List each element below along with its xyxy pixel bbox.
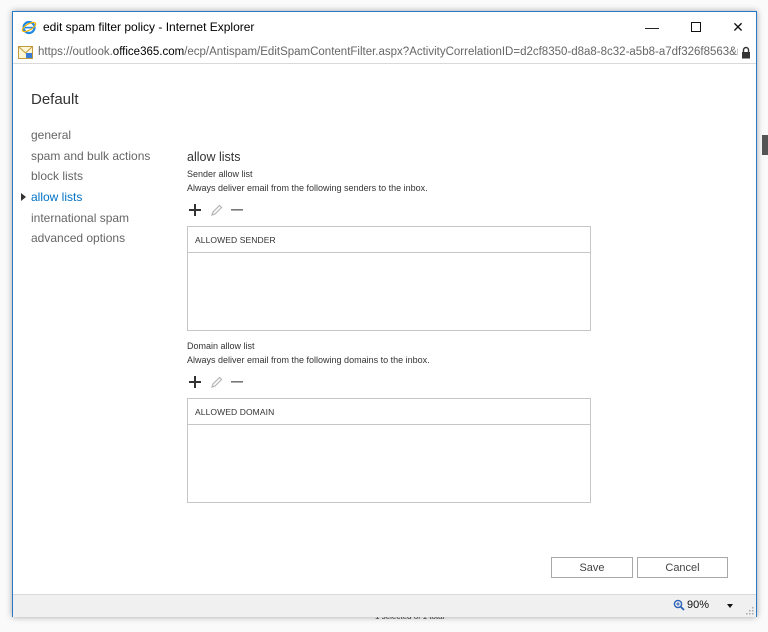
column-header-allowed-sender[interactable]: ALLOWED SENDER	[188, 227, 590, 253]
url-host: office365.com	[112, 46, 185, 58]
zoom-control[interactable]: 90%	[673, 599, 709, 611]
nav-item-advanced-options[interactable]: advanced options	[31, 231, 150, 252]
page-title: Default	[31, 91, 79, 108]
resize-grip-icon[interactable]	[746, 607, 754, 615]
popup-window: edit spam filter policy - Internet Explo…	[12, 11, 757, 617]
minus-icon	[231, 381, 243, 383]
lock-icon[interactable]	[741, 46, 751, 59]
section-title: allow lists	[187, 150, 241, 164]
pencil-icon	[210, 204, 222, 216]
domain-list-title: Domain allow list	[187, 341, 255, 351]
remove-sender-button[interactable]	[229, 202, 245, 218]
nav-item-spam-and-bulk-actions[interactable]: spam and bulk actions	[31, 149, 150, 170]
nav-item-block-lists[interactable]: block lists	[31, 169, 150, 190]
sender-list-title: Sender allow list	[187, 169, 253, 179]
plus-icon	[189, 204, 201, 216]
minus-icon	[231, 209, 243, 211]
selected-arrow-icon	[21, 193, 26, 202]
dialog-content: Default general spam and bulk actions bl…	[13, 65, 756, 594]
cancel-button[interactable]: Cancel	[637, 557, 728, 578]
plus-icon	[189, 376, 201, 388]
pencil-icon	[210, 376, 222, 388]
nav-item-allow-lists[interactable]: allow lists	[21, 190, 150, 211]
domain-allow-list[interactable]: ALLOWED DOMAIN	[187, 398, 591, 503]
status-bar: 90%	[13, 594, 756, 617]
minimize-button[interactable]: —	[630, 12, 674, 42]
zoom-dropdown-icon[interactable]	[727, 604, 733, 608]
sender-toolbar	[187, 202, 245, 218]
background-scrollbar[interactable]	[762, 135, 768, 155]
edit-sender-button[interactable]	[208, 202, 224, 218]
url-path: /ecp/Antispam/EditSpamContentFilter.aspx…	[184, 46, 738, 58]
sender-list-description: Always deliver email from the following …	[187, 183, 428, 193]
url-prefix: https://outlook.	[38, 46, 113, 58]
add-sender-button[interactable]	[187, 202, 203, 218]
maximize-button[interactable]	[674, 12, 718, 42]
title-bar: edit spam filter policy - Internet Explo…	[13, 12, 756, 42]
nav-item-label: allow lists	[31, 190, 83, 205]
page-mail-icon	[18, 46, 33, 59]
url-text[interactable]: https://outlook.office365.com/ecp/Antisp…	[38, 46, 738, 58]
sender-allow-list[interactable]: ALLOWED SENDER	[187, 226, 591, 331]
domain-toolbar	[187, 374, 245, 390]
close-button[interactable]: ✕	[716, 12, 760, 42]
column-header-allowed-domain[interactable]: ALLOWED DOMAIN	[188, 399, 590, 425]
domain-list-description: Always deliver email from the following …	[187, 355, 430, 365]
left-navigation: general spam and bulk actions block list…	[21, 128, 150, 252]
add-domain-button[interactable]	[187, 374, 203, 390]
zoom-magnifier-icon	[673, 599, 685, 611]
internet-explorer-icon	[21, 20, 37, 35]
window-title: edit spam filter policy - Internet Explo…	[43, 20, 255, 34]
nav-item-international-spam[interactable]: international spam	[31, 211, 150, 232]
nav-item-general[interactable]: general	[31, 128, 150, 149]
zoom-level: 90%	[687, 599, 710, 611]
close-icon: ✕	[732, 18, 744, 35]
save-button[interactable]: Save	[551, 557, 633, 578]
remove-domain-button[interactable]	[229, 374, 245, 390]
address-bar: https://outlook.office365.com/ecp/Antisp…	[13, 42, 756, 64]
edit-domain-button[interactable]	[208, 374, 224, 390]
maximize-icon	[691, 22, 701, 32]
minimize-icon: —	[645, 19, 659, 35]
